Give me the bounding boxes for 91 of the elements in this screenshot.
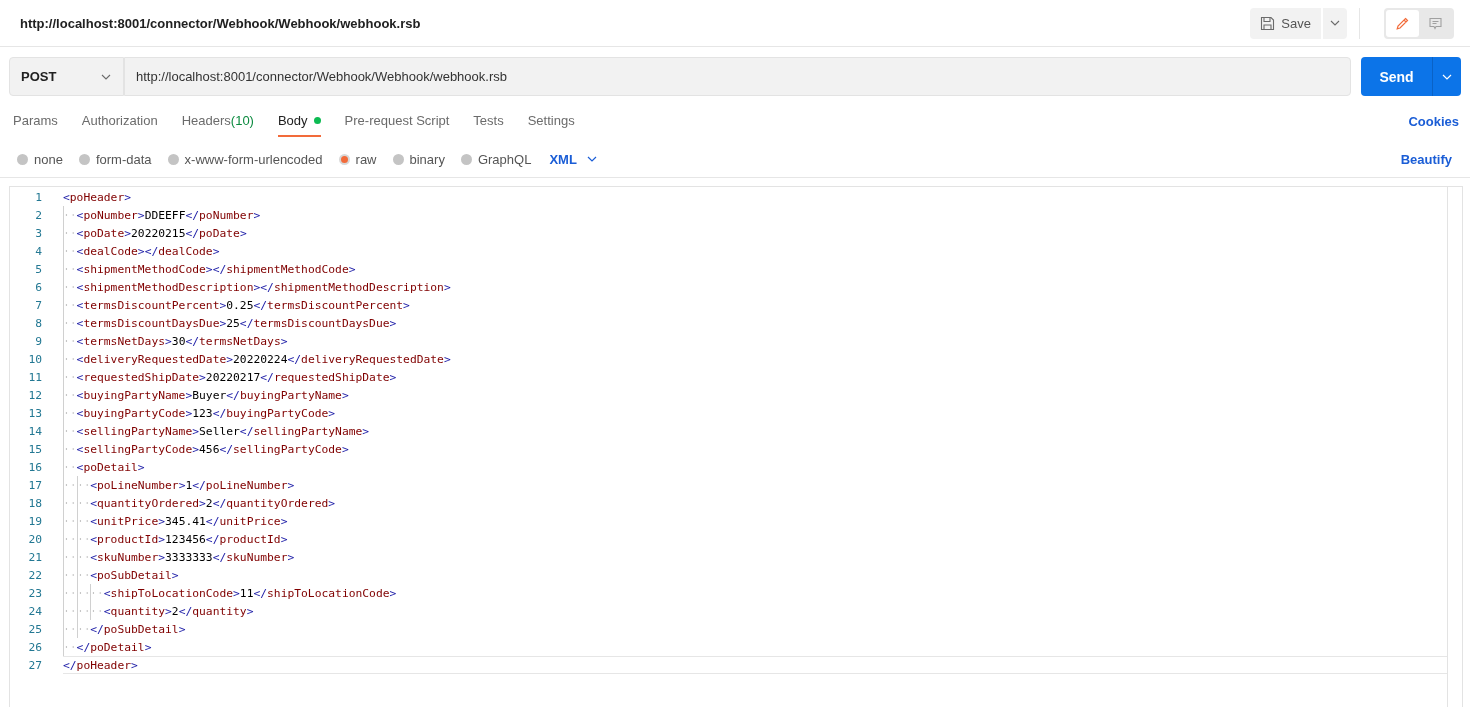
code-line: <poSubDetail> [90,568,179,582]
line-number: 3 [34,226,43,240]
code-line: <poLineNumber>1</poLineNumber> [90,478,295,492]
radio-label: GraphQL [477,151,532,167]
line-number: 16 [27,460,43,474]
request-title: http://localhost:8001/connector/Webhook/Webhook/webhook.rsb [20,15,421,31]
line-number: 1 [34,190,43,204]
code-line: <poDate>20220215</poDate> [76,226,247,240]
method-dropdown[interactable]: POST [9,57,124,96]
code-line: <poDetail> [76,460,145,474]
code-line: <unitPrice>345.41</unitPrice> [90,514,288,528]
save-dropdown-button[interactable] [1323,7,1347,39]
code-line: <shipmentMethodCode></shipmentMethodCode> [76,262,356,276]
line-number: 22 [27,568,43,582]
radio-label: form-data [95,151,152,167]
tab[interactable]: Body [277,105,321,137]
line-number: 19 [27,514,43,528]
code-line: </poDetail> [76,640,152,654]
line-number: 15 [27,442,43,456]
tab[interactable]: Authorization [81,105,158,137]
line-number: 4 [34,244,43,258]
line-number: 9 [34,334,43,348]
radio-button[interactable] [460,153,472,165]
line-number: 21 [27,550,43,564]
send-button[interactable]: Send [1361,57,1432,96]
code-line: <poNumber>DDEEFF</poNumber> [76,208,261,222]
chevron-down-icon [1442,73,1452,80]
line-number: 25 [27,622,43,636]
radio-label: none [34,151,63,167]
cookies-link[interactable]: Cookies [1408,113,1459,129]
tab[interactable]: Settings [527,105,575,137]
tab[interactable]: Headers(10) [181,105,254,137]
radio-button[interactable] [78,153,90,165]
code-line: <quantity>2</quantity> [103,604,254,618]
code-line: <termsDiscountPercent>0.25</termsDiscountPercent> [76,298,410,312]
code-line: <deliveryRequestedDate>20220224</deliveryRequestedDate> [76,352,451,366]
radio-label: binary [409,151,445,167]
tab[interactable]: Params [13,105,58,137]
radio-button[interactable] [17,153,28,165]
line-number: 13 [27,406,43,420]
chevron-down-icon [101,73,111,80]
chevron-down-icon [586,156,597,162]
code-line: <requestedShipDate>20220217</requestedShipDate> [76,370,397,384]
line-number: 20 [27,532,43,546]
line-number: 5 [34,262,43,276]
line-number: 27 [27,658,43,672]
code-line: <poHeader> [63,190,132,204]
beautify-link[interactable]: Beautify [1400,151,1452,167]
radio-button[interactable] [338,153,350,165]
tab[interactable]: Tests [473,105,504,137]
code-line: <shipToLocationCode>11</shipToLocationCode> [103,586,397,600]
radio-button[interactable] [167,153,179,165]
code-line: <buyingPartyCode>123</buyingPartyCode> [76,406,336,420]
tab[interactable]: Pre-request Script [344,105,450,137]
save-button[interactable]: Save [1250,7,1321,39]
radio-button[interactable] [392,153,404,165]
line-number: 26 [27,640,43,654]
code-line: <skuNumber>3333333</skuNumber> [90,550,295,564]
pencil-icon [1395,15,1410,31]
line-number: 17 [27,478,43,492]
line-number: 8 [34,316,43,330]
code-line: <dealCode></dealCode> [76,244,220,258]
url-field[interactable]: http://localhost:8001/connector/Webhook/Webhook/webhook.rsb [124,57,1351,96]
line-number: 18 [27,496,43,510]
chevron-down-icon [1330,20,1340,26]
line-number: 23 [27,586,43,600]
pencil-mode-button[interactable] [1386,9,1419,37]
code-line: </poSubDetail> [90,622,186,636]
code-line: <sellingPartyCode>456</sellingPartyCode> [76,442,349,456]
code-line: <termsNetDays>30</termsNetDays> [76,334,288,348]
line-number: 6 [34,280,43,294]
radio-label: raw [355,151,377,167]
code-line: <buyingPartyName>Buyer</buyingPartyName> [76,388,349,402]
line-number: 7 [34,298,43,312]
format-dropdown[interactable]: XML [549,151,597,167]
code-line: <productId>123456</productId> [90,532,288,546]
line-number: 10 [27,352,43,366]
code-line: <shipmentMethodDescription></shipmentMethodDescription> [76,280,451,294]
code-line: <sellingPartyName>Seller</sellingPartyName> [76,424,370,438]
code-line: <termsDiscountDaysDue>25</termsDiscountDaysDue> [76,316,397,330]
code-line: </poHeader> [63,658,138,672]
comment-icon [1428,15,1443,31]
code-editor[interactable] [9,186,1463,707]
radio-label: x-www-form-urlencoded [184,151,323,167]
line-number: 14 [27,424,43,438]
line-number: 24 [27,604,43,618]
line-number: 2 [34,208,43,222]
line-number: 11 [27,370,43,384]
send-dropdown-button[interactable] [1432,57,1461,96]
code-line: <quantityOrdered>2</quantityOrdered> [90,496,336,510]
line-number: 12 [27,388,43,402]
